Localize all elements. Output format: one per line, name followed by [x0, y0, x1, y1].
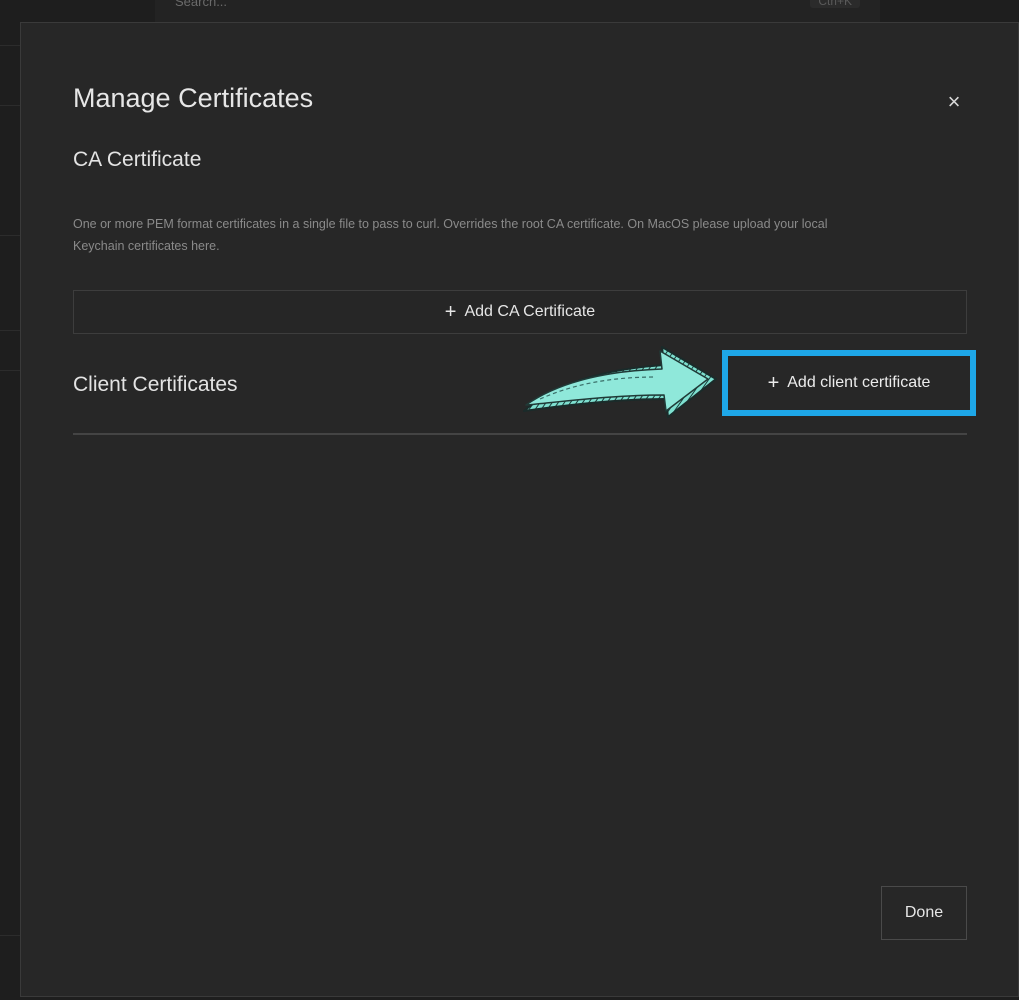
divider: [0, 370, 20, 371]
shortcut-hint: Ctrl+K: [810, 0, 860, 8]
plus-icon: +: [767, 372, 780, 394]
divider: [0, 45, 20, 46]
close-icon: ×: [947, 89, 961, 114]
ca-certificate-heading: CA Certificate: [73, 148, 202, 171]
highlight-box: + Add client certificate: [722, 350, 976, 416]
modal-title: Manage Certificates: [73, 83, 314, 113]
close-button[interactable]: ×: [939, 87, 969, 117]
plus-icon: +: [444, 301, 457, 323]
curved-arrow-icon: [523, 346, 717, 418]
add-client-certificate-label: Add client certificate: [787, 374, 931, 391]
add-ca-certificate-label: Add CA Certificate: [464, 303, 596, 320]
client-certificates-heading: Client Certificates: [73, 373, 238, 396]
search-bar[interactable]: Search... Ctrl+K: [155, 0, 880, 23]
done-button[interactable]: Done: [881, 886, 967, 940]
divider: [0, 105, 20, 106]
divider: [0, 330, 20, 331]
search-input[interactable]: Search...: [175, 0, 227, 9]
ca-certificate-description: One or more PEM format certificates in a…: [73, 217, 828, 253]
section-divider: [73, 433, 967, 435]
divider: [0, 235, 20, 236]
manage-certificates-modal: Manage Certificates × CA Certificate One…: [20, 22, 1019, 997]
divider: [0, 935, 20, 936]
add-client-certificate-button[interactable]: + Add client certificate: [728, 356, 970, 410]
